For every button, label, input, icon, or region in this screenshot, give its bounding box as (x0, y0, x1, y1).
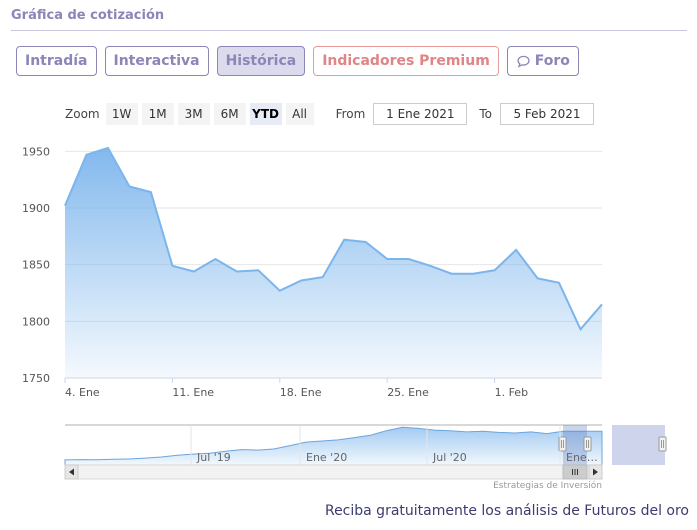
x-tick-label: 25. Ene (387, 386, 429, 399)
y-tick-label: 1800 (22, 315, 50, 328)
x-tick-label: 11. Ene (172, 386, 214, 399)
chart-credit[interactable]: Estrategias de Inversión (493, 481, 602, 491)
navigator-outer-handle[interactable] (658, 436, 667, 452)
navigator-right-handle[interactable] (583, 436, 592, 452)
navigator-outside-selection (612, 425, 665, 465)
y-tick-label: 1850 (22, 259, 50, 272)
navigator-label: Jul '20 (432, 451, 467, 464)
navigator-label: Jul '19 (196, 451, 231, 464)
x-tick-label: 4. Ene (65, 386, 100, 399)
x-tick-label: 1. Feb (495, 386, 528, 399)
navigator-label: Ene… (566, 451, 598, 464)
price-area (65, 147, 602, 378)
scrollbar-track[interactable] (64, 464, 603, 480)
navigator[interactable]: Jul '19 Ene '20 Jul '20 Ene… (64, 424, 667, 480)
navigator-label: Ene '20 (306, 451, 347, 464)
x-tick-label: 18. Ene (280, 386, 322, 399)
footer-promo-link[interactable]: Reciba gratuitamente los análisis de Fut… (325, 503, 689, 519)
price-chart: 1750 1800 1850 1900 1950 4. Ene 11. Ene 18. En… (22, 145, 667, 480)
y-tick-label: 1950 (22, 145, 50, 158)
y-tick-label: 1750 (22, 372, 50, 385)
y-tick-label: 1900 (22, 202, 50, 215)
